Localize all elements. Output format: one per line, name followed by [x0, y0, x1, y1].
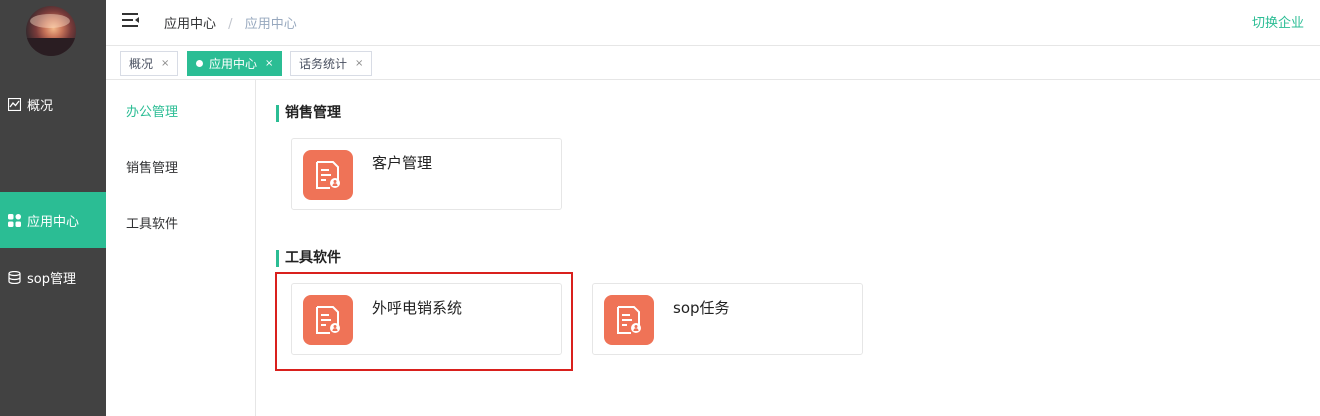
document-user-icon — [303, 295, 353, 345]
sidebar-item-label: 应用中心 — [27, 214, 80, 230]
document-user-icon — [303, 150, 353, 200]
sidebar-item-overview[interactable]: 概况 — [0, 76, 106, 132]
subnav-item-sales[interactable]: 销售管理 — [126, 157, 178, 176]
breadcrumb-current: 应用中心 — [244, 17, 297, 32]
app-name: 外呼电销系统 — [372, 299, 463, 317]
chart-icon — [7, 97, 21, 111]
apps-grid-icon — [7, 213, 21, 227]
avatar-ground — [26, 38, 76, 56]
subnav-item-tools[interactable]: 工具软件 — [126, 213, 178, 232]
tab-label: 应用中心 — [209, 57, 258, 71]
sidebar-item-label: 概况 — [27, 98, 54, 114]
switch-enterprise-button[interactable]: 切换企业 — [1252, 12, 1304, 31]
app-name: sop任务 — [673, 299, 730, 317]
tab-overview[interactable]: 概况 × — [120, 51, 179, 76]
tab-label: 话务统计 — [299, 57, 348, 71]
menu-toggle-icon[interactable] — [122, 12, 140, 28]
app-card-customer-management[interactable]: 客户管理 — [291, 138, 562, 210]
sidebar: 概况 应用中心 sop管理 — [0, 0, 106, 416]
tab-call-stats[interactable]: 话务统计 × — [290, 51, 373, 76]
sidebar-item-app-center[interactable]: 应用中心 — [0, 192, 106, 248]
section-title: 工具软件 — [276, 250, 341, 267]
tags-bar: 概况 × 应用中心 × 话务统计 × — [106, 46, 1320, 80]
header: 应用中心 / 应用中心 切换企业 — [106, 0, 1320, 46]
close-icon[interactable]: × — [355, 58, 363, 69]
avatar[interactable] — [26, 6, 76, 56]
subnav-item-office[interactable]: 办公管理 — [126, 101, 178, 120]
app-card-outbound-call-system[interactable]: 外呼电销系统 — [291, 283, 562, 355]
breadcrumb-item[interactable]: 应用中心 — [164, 17, 216, 32]
section-title: 销售管理 — [276, 105, 341, 122]
active-dot-icon — [196, 60, 203, 67]
document-user-icon — [604, 295, 654, 345]
tab-app-center[interactable]: 应用中心 × — [187, 51, 283, 76]
close-icon[interactable]: × — [265, 58, 273, 69]
close-icon[interactable]: × — [161, 58, 169, 69]
breadcrumb: 应用中心 / 应用中心 — [164, 13, 297, 32]
tab-label: 概况 — [129, 57, 154, 71]
sidebar-item-label: sop管理 — [27, 271, 76, 287]
avatar-cloud — [30, 14, 70, 28]
app-card-sop-task[interactable]: sop任务 — [592, 283, 863, 355]
breadcrumb-separator: / — [228, 17, 233, 32]
app-name: 客户管理 — [372, 154, 433, 172]
sidebar-item-sop[interactable]: sop管理 — [0, 249, 106, 305]
sub-navigation: 办公管理 销售管理 工具软件 — [106, 80, 256, 416]
database-icon — [7, 270, 21, 284]
